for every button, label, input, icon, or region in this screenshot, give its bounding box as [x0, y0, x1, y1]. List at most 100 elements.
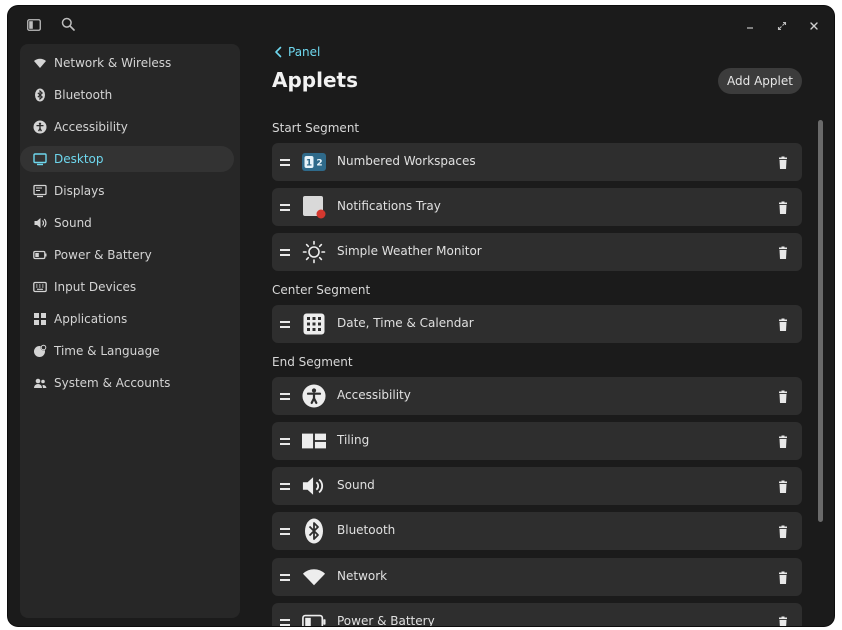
applet-name: Notifications Tray [337, 199, 441, 213]
center-segment-label: Center Segment [272, 283, 371, 297]
notifications-icon [302, 195, 326, 219]
applet-row: Tiling [272, 422, 802, 460]
sidebar-item-label: Accessibility [54, 120, 128, 134]
svg-text:2: 2 [316, 159, 322, 169]
sidebar-item-label: Sound [54, 216, 92, 230]
accessibility-icon [33, 120, 47, 134]
applet-name: Simple Weather Monitor [337, 244, 482, 258]
trash-icon [779, 201, 787, 214]
calendar-icon [302, 312, 326, 336]
applet-name: Numbered Workspaces [337, 154, 476, 168]
sidebar-toggle-button[interactable] [24, 15, 44, 35]
sidebar-item-input-devices[interactable]: Input Devices [20, 274, 234, 300]
back-link[interactable]: Panel [274, 44, 320, 60]
workspaces-icon: 12 [302, 150, 326, 174]
applet-name: Bluetooth [337, 523, 396, 537]
drag-handle-icon[interactable] [280, 619, 290, 626]
search-button[interactable] [58, 15, 78, 35]
delete-button[interactable] [776, 570, 790, 584]
delete-button[interactable] [776, 479, 790, 493]
accessibility-icon [302, 384, 326, 408]
settings-window: Network & Wireless Bluetooth Accessibili… [8, 6, 834, 626]
desktop-icon [33, 152, 47, 166]
trash-icon [779, 480, 787, 493]
drag-handle-icon[interactable] [280, 438, 290, 445]
applet-row: Date, Time & Calendar [272, 305, 802, 343]
sidebar-item-network-wireless[interactable]: Network & Wireless [20, 50, 234, 76]
delete-button[interactable] [776, 245, 790, 259]
scrollbar[interactable] [818, 120, 823, 522]
sidebar-item-time-language[interactable]: Time & Language [20, 338, 234, 364]
add-applet-button[interactable]: Add Applet [718, 68, 802, 94]
applet-name: Sound [337, 478, 375, 492]
applet-row: Notifications Tray [272, 188, 802, 226]
applet-row: Accessibility [272, 377, 802, 415]
applet-name: Power & Battery [337, 614, 435, 626]
delete-button[interactable] [776, 434, 790, 448]
sidebar-item-label: Desktop [54, 152, 104, 166]
wifi-icon [33, 56, 47, 70]
applet-name: Network [337, 569, 388, 583]
delete-button[interactable] [776, 524, 790, 538]
sidebar-toggle-icon [27, 16, 41, 35]
drag-handle-icon[interactable] [280, 574, 290, 581]
titlebar [8, 6, 834, 44]
drag-handle-icon[interactable] [280, 528, 290, 535]
trash-icon [779, 525, 787, 538]
delete-button[interactable] [776, 155, 790, 169]
displays-icon [33, 184, 47, 198]
users-icon [33, 376, 47, 390]
page-title: Applets [272, 68, 358, 92]
drag-handle-icon[interactable] [280, 249, 290, 256]
back-link-label: Panel [288, 45, 321, 59]
sidebar-item-label: Power & Battery [54, 248, 152, 262]
sidebar-item-applications[interactable]: Applications [20, 306, 234, 332]
end-segment-label: End Segment [272, 355, 353, 369]
applets-page: Panel Applets Add Applet Start Segment 1… [240, 44, 834, 626]
trash-icon [779, 435, 787, 448]
sidebar-item-label: Bluetooth [54, 88, 113, 102]
chevron-left-icon [275, 46, 282, 58]
sidebar: Network & Wireless Bluetooth Accessibili… [20, 44, 240, 618]
sidebar-item-bluetooth[interactable]: Bluetooth [20, 82, 234, 108]
search-icon [61, 16, 75, 35]
delete-button[interactable] [776, 317, 790, 331]
trash-icon [779, 616, 787, 626]
drag-handle-icon[interactable] [280, 321, 290, 328]
sidebar-item-sound[interactable]: Sound [20, 210, 234, 236]
sidebar-item-displays[interactable]: Displays [20, 178, 234, 204]
minimize-button[interactable] [740, 15, 760, 35]
trash-icon [779, 390, 787, 403]
trash-icon [779, 571, 787, 584]
maximize-button[interactable] [772, 15, 792, 35]
battery-icon [33, 248, 47, 262]
sun-icon [302, 240, 326, 264]
close-button[interactable] [804, 15, 824, 35]
applet-row: Simple Weather Monitor [272, 233, 802, 271]
drag-handle-icon[interactable] [280, 159, 290, 166]
applet-row: Sound [272, 467, 802, 505]
applet-name: Accessibility [337, 388, 411, 402]
sidebar-item-label: Input Devices [54, 280, 137, 294]
close-icon [809, 16, 819, 35]
sidebar-item-system-accounts[interactable]: System & Accounts [20, 370, 234, 396]
trash-icon [779, 318, 787, 331]
maximize-icon [777, 16, 787, 35]
sidebar-item-label: Displays [54, 184, 105, 198]
sidebar-item-desktop[interactable]: Desktop [20, 146, 234, 172]
delete-button[interactable] [776, 200, 790, 214]
delete-button[interactable] [776, 389, 790, 403]
svg-text:1: 1 [306, 159, 312, 169]
delete-button[interactable] [776, 615, 790, 626]
tiling-icon [302, 429, 326, 453]
drag-handle-icon[interactable] [280, 204, 290, 211]
applet-row: Network [272, 558, 802, 596]
sound-icon [33, 216, 47, 230]
applet-row: 12 Numbered Workspaces [272, 143, 802, 181]
drag-handle-icon[interactable] [280, 483, 290, 490]
drag-handle-icon[interactable] [280, 393, 290, 400]
wifi-icon [302, 565, 326, 589]
minimize-icon [745, 16, 755, 35]
sidebar-item-power-battery[interactable]: Power & Battery [20, 242, 234, 268]
sidebar-item-accessibility[interactable]: Accessibility [20, 114, 234, 140]
